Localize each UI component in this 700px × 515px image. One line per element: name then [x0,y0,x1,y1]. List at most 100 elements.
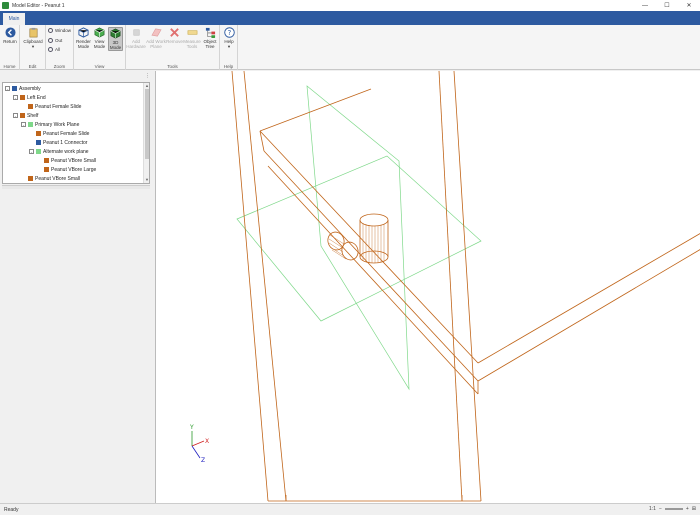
panel-header: ⋮ [0,71,153,81]
zoom-window-icon [48,28,53,33]
tree-node-icon [20,113,25,118]
tree-item-label: Peanut VBore Large [51,166,97,173]
return-button[interactable]: Return [2,27,18,44]
tab-main[interactable]: Main [3,13,25,25]
scroll-thumb[interactable] [145,89,149,159]
svg-text:?: ? [227,29,231,37]
3d-viewport[interactable]: Y X Z [155,70,700,503]
minimize-button[interactable]: — [634,0,656,11]
tree-item[interactable]: Peanut VBore Large [37,165,96,174]
tree-item-label: Left End [27,94,46,101]
tree-item[interactable]: - Assembly [5,84,41,93]
tree-item-label: Peanut 1 Connector [43,139,88,146]
add-work-plane-button[interactable]: Add Work Plane [146,27,166,49]
view-mode-button[interactable]: View Mode [92,27,107,49]
tree-node-icon [28,122,33,127]
remove-x-icon [170,28,179,37]
status-text: Ready [4,507,19,513]
clipboard-icon [29,27,37,38]
status-bar: Ready 1:1 − + ⊞ [0,503,700,515]
tree-item[interactable]: - Primary Work Plane [21,120,79,129]
axis-y-label: Y [189,424,194,431]
help-question-icon: ? [223,27,235,38]
tree-node-icon [28,176,33,181]
tree-node-icon [12,86,17,91]
cube-3d-icon [110,28,121,39]
axis-gizmo: Y X Z [189,424,209,464]
measure-tools-button[interactable]: Measure Tools [183,27,201,49]
zoom-out-minus-icon[interactable]: − [659,506,662,512]
ribbon-group-help: ? Help ▾ Help [220,25,238,70]
add-hardware-button[interactable]: Add Hardware [126,27,146,49]
tree-scrollbar[interactable]: ▲ ▼ [143,83,149,183]
remove-button[interactable]: Remove [166,27,183,44]
ribbon-group-zoom: Window Out All Zoom [46,25,74,70]
tree-item-label: Shelf [27,112,39,119]
ribbon-group-edit: Clipboard ▾ Edit [20,25,46,70]
fit-view-icon[interactable]: ⊞ [692,506,696,512]
tree-item[interactable]: Peanut VBore Small [21,174,80,183]
horizontal-work-plane [236,155,482,322]
zoom-out-button[interactable]: Out [48,38,62,43]
group-label-edit: Edit [28,64,37,69]
clipboard-button[interactable]: Clipboard ▾ [22,27,44,49]
group-label-help: Help [223,64,234,69]
group-label-tools: Tools [167,64,178,69]
zoom-in-plus-icon[interactable]: + [686,506,689,512]
axis-z-label: Z [201,457,205,464]
3d-mode-button[interactable]: 3D Mode [108,27,123,51]
tree-node-icon [36,140,41,145]
hardware-icon [132,29,140,36]
group-label-zoom: Zoom [53,64,66,69]
tree-item[interactable]: Peanut Female Slide [29,129,89,138]
tree-item-label: Primary Work Plane [35,121,80,128]
tree-item-label: Assembly [19,85,41,92]
return-icon [4,27,16,38]
tree-item-label: Peanut VBore Small [51,157,97,164]
tree-expander-icon[interactable]: - [29,149,34,154]
close-button[interactable]: ✕ [678,0,700,11]
zoom-all-icon [48,47,53,52]
tree-expander-icon[interactable]: - [13,95,18,100]
window-title: Model Editor - Peanut 1 [12,2,65,9]
tree-item[interactable]: - Shelf [13,111,38,120]
panel-pin-icon[interactable]: ⋮ [145,73,150,79]
tree-item[interactable]: Peanut 1 Connector [29,138,87,147]
work-planes [236,85,482,391]
help-button[interactable]: ? Help ▾ [222,27,236,49]
tree-item[interactable]: - Left End [13,93,46,102]
maximize-button[interactable]: ☐ [656,0,678,11]
model-wireframe [231,70,700,502]
tree-expander-icon[interactable]: - [21,122,26,127]
work-plane-icon [150,28,162,37]
ruler-icon [187,30,197,35]
object-tree: - Assembly - Left End Peanut Female Slide - Sh… [2,82,150,184]
scroll-down-icon[interactable]: ▼ [144,177,149,183]
tree-item-label: Peanut Female Slide [43,130,90,137]
tree-item[interactable]: Peanut Female Slide [21,102,81,111]
zoom-slider[interactable] [664,508,683,510]
object-tree-icon [205,27,215,38]
tree-item[interactable]: Peanut VBore Small [37,156,96,165]
group-label-view: View [94,64,105,69]
ribbon-group-tools: Add Hardware Add Work Plane Remove Measu… [126,25,220,70]
app-icon [2,2,9,9]
panel-splitter[interactable] [2,185,150,189]
object-tree-button[interactable]: Object Tree [202,27,218,49]
zoom-out-icon [48,38,53,43]
tree-node-icon [20,95,25,100]
zoom-all-button[interactable]: All [48,47,60,52]
ribbon-tab-bar: Main [0,11,700,25]
render-mode-icon [78,27,89,38]
render-mode-button[interactable]: Render Mode [76,27,91,49]
group-label-home: Home [3,64,16,69]
clipboard-dropdown-icon: ▾ [31,44,35,49]
tree-expander-icon[interactable]: - [5,86,10,91]
vertical-work-plane [306,85,410,391]
tree-node-icon [28,104,33,109]
tree-item[interactable]: - Alternate work plane [29,147,89,156]
zoom-controls: 1:1 − + ⊞ [649,506,696,512]
tree-item-label: Alternate work plane [43,148,89,155]
tree-expander-icon[interactable]: - [13,113,18,118]
zoom-window-button[interactable]: Window [48,28,71,33]
